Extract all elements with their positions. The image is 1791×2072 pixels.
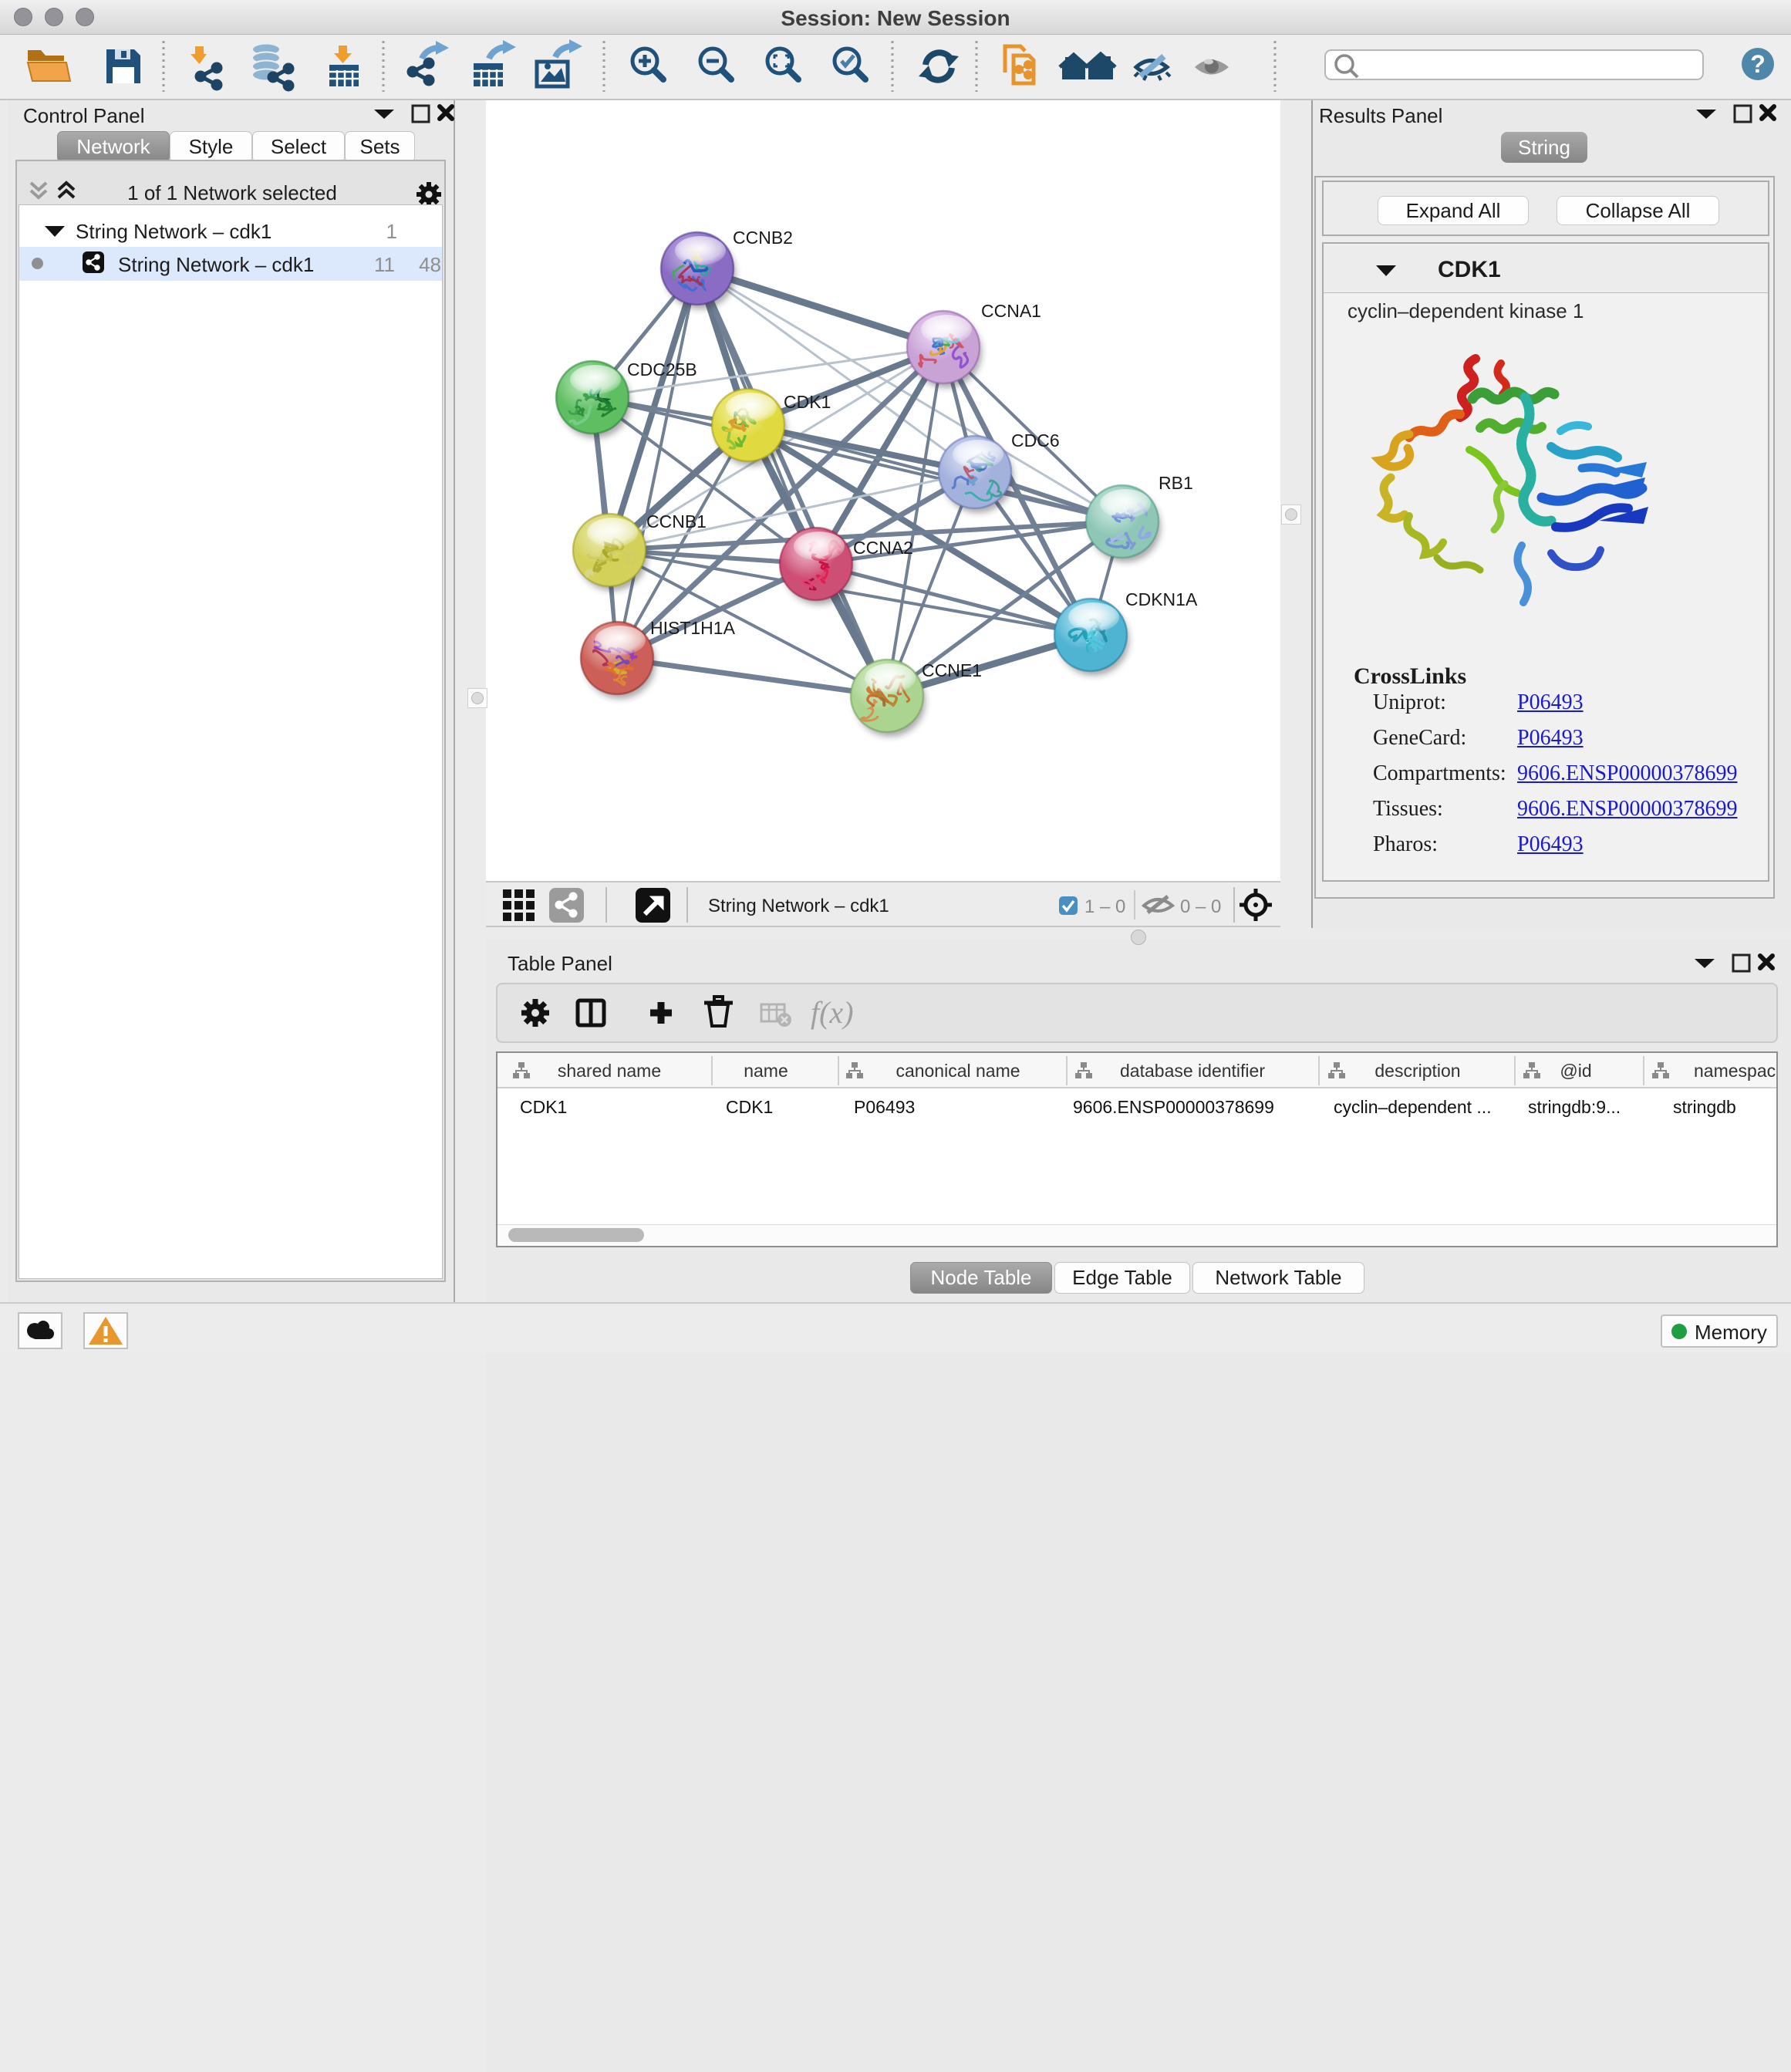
svg-text:CDC25B: CDC25B xyxy=(627,359,697,380)
svg-text:CDC6: CDC6 xyxy=(1011,430,1060,451)
svg-text:1 – 0: 1 – 0 xyxy=(1084,896,1125,917)
svg-text:CCNE1: CCNE1 xyxy=(922,660,982,680)
svg-text:CCNA1: CCNA1 xyxy=(981,301,1041,321)
svg-text:f(x): f(x) xyxy=(811,995,854,1030)
svg-text:namespace: namespace xyxy=(1694,1061,1776,1081)
svg-text:CDKN1A: CDKN1A xyxy=(1125,589,1198,609)
svg-text:CCNB1: CCNB1 xyxy=(646,511,707,531)
svg-text:stringdb:9...: stringdb:9... xyxy=(1528,1097,1621,1117)
svg-text:CCNB2: CCNB2 xyxy=(733,228,793,248)
svg-text:canonical name: canonical name xyxy=(896,1061,1020,1081)
svg-text:CDK1: CDK1 xyxy=(520,1097,567,1117)
svg-text:CCNA2: CCNA2 xyxy=(853,538,913,558)
svg-text:0 – 0: 0 – 0 xyxy=(1180,896,1221,917)
svg-text:cyclin–dependent ...: cyclin–dependent ... xyxy=(1334,1097,1492,1117)
svg-text:String Network – cdk1: String Network – cdk1 xyxy=(708,896,889,916)
svg-text:HIST1H1A: HIST1H1A xyxy=(650,618,736,638)
svg-text:RB1: RB1 xyxy=(1159,473,1193,493)
svg-text:stringdb: stringdb xyxy=(1673,1097,1736,1117)
svg-text:@id: @id xyxy=(1560,1061,1591,1081)
svg-text:database identifier: database identifier xyxy=(1120,1061,1265,1081)
svg-text:P06493: P06493 xyxy=(854,1097,915,1117)
svg-text:shared name: shared name xyxy=(558,1061,661,1081)
svg-text:CDK1: CDK1 xyxy=(784,392,831,412)
svg-text:name: name xyxy=(744,1061,788,1081)
svg-text:description: description xyxy=(1374,1061,1460,1081)
svg-text:CDK1: CDK1 xyxy=(726,1097,773,1117)
svg-text:9606.ENSP00000378699: 9606.ENSP00000378699 xyxy=(1073,1097,1274,1117)
